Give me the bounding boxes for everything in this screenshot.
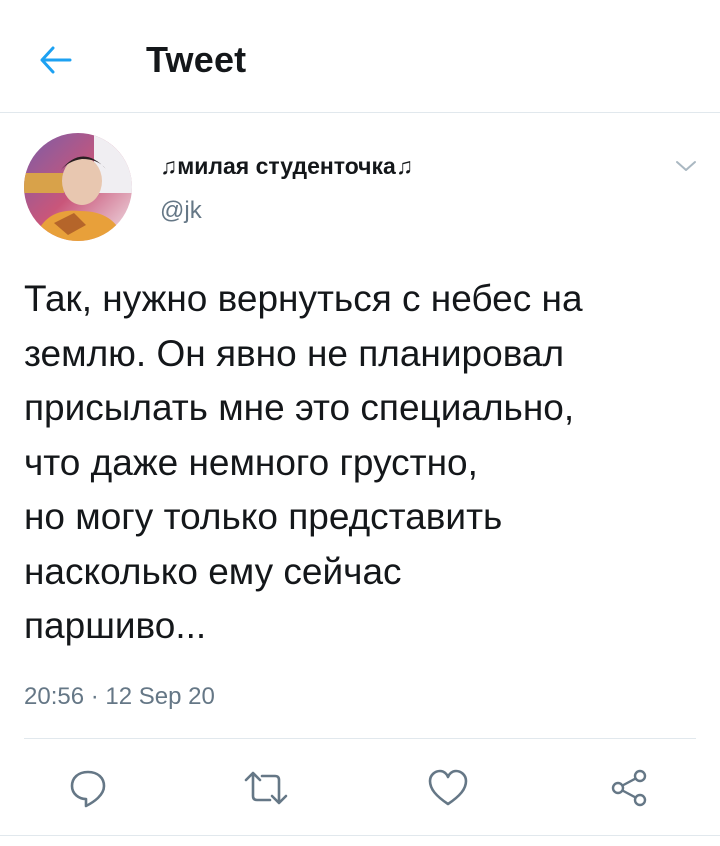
divider: [0, 835, 720, 836]
share-button[interactable]: [602, 760, 658, 816]
tweet-text-line: что даже немного грустно,: [24, 441, 478, 483]
divider: [24, 738, 696, 739]
tweet-text-line: но могу только представить: [24, 496, 503, 537]
author-handle[interactable]: @jk: [160, 196, 202, 226]
share-icon: [611, 769, 647, 807]
tweet-actions-bar: [0, 760, 720, 820]
tweet-text-line: землю. Он явно не планировал: [24, 332, 565, 374]
arrow-left-icon: [40, 46, 72, 74]
back-button[interactable]: [34, 38, 78, 82]
reply-icon: [70, 770, 106, 808]
tweet-text: Так, нужно вернуться с небес на землю. О…: [24, 272, 704, 654]
tweet-text-line: Так, нужно вернуться с небес на: [24, 278, 583, 319]
like-button[interactable]: [420, 760, 476, 816]
like-icon: [428, 769, 468, 806]
top-bar: Tweet: [0, 0, 720, 113]
tweet-text-line: паршиво...: [24, 605, 207, 646]
tweet-text-line: насколько ему сейчас: [24, 550, 402, 592]
retweet-icon: [244, 771, 288, 805]
tweet-options-button[interactable]: [668, 148, 704, 184]
avatar[interactable]: [24, 133, 132, 241]
tweet-timestamp: 20:56 · 12 Sep 20: [24, 683, 215, 710]
author-display-name[interactable]: ♫милая студенточка♫: [160, 151, 413, 181]
chevron-down-icon: [676, 161, 696, 171]
tweet-text-line: присылать мне это специально,: [24, 387, 575, 428]
retweet-button[interactable]: [238, 760, 294, 816]
page-title: Tweet: [146, 39, 247, 80]
reply-button[interactable]: [60, 760, 116, 816]
